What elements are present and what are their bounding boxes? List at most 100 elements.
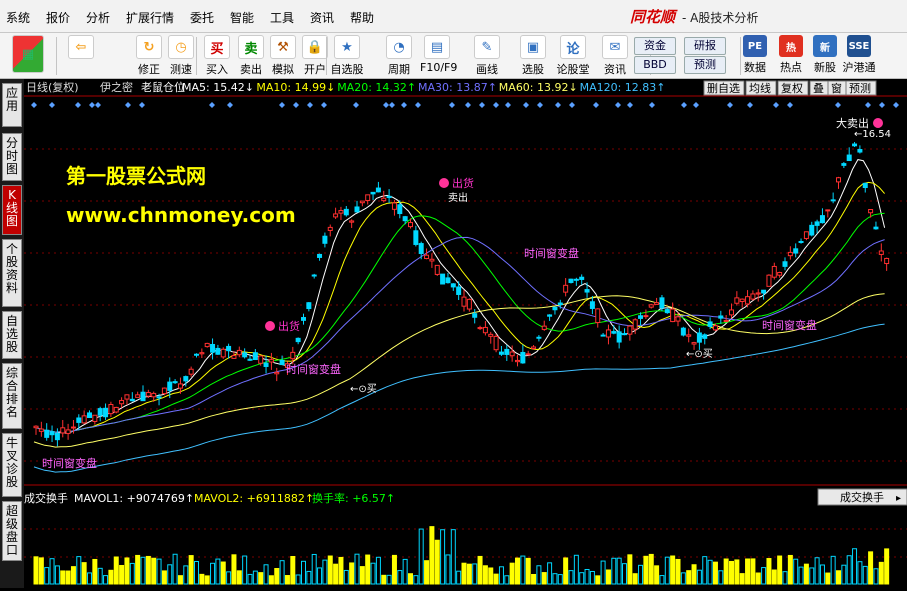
volume-bar xyxy=(343,569,349,585)
toolbar-button-info[interactable]: ✉ 资讯 xyxy=(598,35,632,76)
toolbar-separator xyxy=(196,37,197,75)
toolbar-button-cycle[interactable]: ◔ 周期 xyxy=(382,35,416,76)
time-window-annotation: 时间窗变盘 xyxy=(762,318,817,332)
volume-bar xyxy=(65,570,71,585)
menu-item-6[interactable]: 工具 xyxy=(270,9,294,26)
volume-bar xyxy=(242,555,248,585)
side-tab-2[interactable]: K线图 xyxy=(2,185,22,235)
toolbar-button-select-stock[interactable]: ▣ 选股 xyxy=(516,35,550,76)
chart-header-text: 伊之密 xyxy=(100,80,133,94)
toolbar-button-buy[interactable]: 买买入 xyxy=(200,35,234,76)
volume-bar xyxy=(466,563,472,585)
candle-body xyxy=(301,317,306,321)
toolbar-button-shhk[interactable]: SSE 沪港通 xyxy=(842,35,876,76)
buy-annotation: ←⊙买 xyxy=(686,348,713,360)
toolbar: ▦ ⇦ ↻ 修正 ◷ 测速买买入卖卖出 ⚒ 模拟 🔒 开户 ★ 自选股 ◔ 周期 ▤ F10/F9 ✎ 画线 ▣ 选股… xyxy=(0,33,907,79)
toolbar-button-pencil[interactable]: ✎ 画线 xyxy=(470,35,504,76)
menu-item-7[interactable]: 资讯 xyxy=(310,9,334,26)
candle-body xyxy=(520,351,526,364)
candle-body xyxy=(638,315,644,319)
candle-body xyxy=(814,221,820,226)
side-tab-1[interactable]: 分时图 xyxy=(2,133,22,181)
menu-item-5[interactable]: 智能 xyxy=(230,9,254,26)
candle-body xyxy=(70,426,76,429)
candle-body xyxy=(76,417,82,423)
toolbar-button-sell[interactable]: 卖卖出 xyxy=(234,35,268,76)
menu-item-8[interactable]: 帮助 xyxy=(350,9,374,26)
volume-bar xyxy=(49,558,55,585)
volume-bar xyxy=(798,566,804,585)
side-tab-7[interactable]: 超级盘口 xyxy=(2,501,22,561)
candle-body xyxy=(199,352,205,355)
volume-bar xyxy=(284,575,290,585)
time-window-annotation: 时间窗变盘 xyxy=(524,246,579,260)
volume-bar xyxy=(338,556,344,585)
candle-body xyxy=(167,381,173,391)
volume-bar xyxy=(477,555,483,585)
buy-icon: 买 xyxy=(204,35,230,59)
volume-bar xyxy=(525,557,531,585)
toolbar-button-star[interactable]: ★ 自选股 xyxy=(330,35,364,76)
toolbar-button-grid[interactable]: ▦ xyxy=(8,35,48,76)
toolbar-label: 修正 xyxy=(138,63,160,76)
candle-body xyxy=(33,425,39,429)
refresh-icon: ↻ xyxy=(136,35,162,59)
side-tab-6[interactable]: 牛叉诊股 xyxy=(2,433,22,497)
toolbar-button-back-arrow[interactable]: ⇦ xyxy=(64,35,98,76)
volume-bar xyxy=(97,567,103,585)
toolbar-button-hot[interactable]: 热热点 xyxy=(774,35,808,76)
small-button-3[interactable]: 预测 xyxy=(684,56,726,74)
small-button-1[interactable]: 研报 xyxy=(684,37,726,55)
menu-item-4[interactable]: 委托 xyxy=(190,9,214,26)
toolbar-button-refresh[interactable]: ↻ 修正 xyxy=(132,35,166,76)
chart-header-button-label: 删自选 xyxy=(707,82,740,95)
time-window-annotation: 时间窗变盘 xyxy=(42,456,97,470)
candle-body xyxy=(531,346,537,350)
menu-item-0[interactable]: 系统 xyxy=(6,9,30,26)
candle-body xyxy=(226,345,232,352)
clock-icon: ◷ xyxy=(168,35,194,59)
candle-body xyxy=(354,206,360,213)
volume-bar xyxy=(648,553,654,585)
menu-item-3[interactable]: 扩展行情 xyxy=(126,9,174,26)
kline-chart[interactable]: 日线(复权) 伊之密 老鼠仓位MA5: 15.42↓ MA10: 14.99↓ MA20… xyxy=(24,79,907,588)
volume-bar xyxy=(696,569,702,585)
menu-item-1[interactable]: 报价 xyxy=(46,9,70,26)
candle-body xyxy=(236,349,242,356)
volume-bar xyxy=(161,570,167,585)
side-tabs: 应用分时图 K线图个股资料自选股综合排名牛叉诊股超级盘口 xyxy=(0,79,24,588)
side-tab-0[interactable]: 应用 xyxy=(2,83,22,127)
hammer-icon: ⚒ xyxy=(270,35,296,59)
candle-body xyxy=(568,278,574,283)
volume-bar xyxy=(333,563,339,585)
candle-body xyxy=(654,302,660,305)
candle-body xyxy=(103,407,109,418)
small-button-0[interactable]: 资金 xyxy=(634,37,676,55)
side-tab-3[interactable]: 个股资料 xyxy=(2,239,22,307)
candle-body xyxy=(370,191,376,195)
menu-item-2[interactable]: 分析 xyxy=(86,9,110,26)
side-tab-5[interactable]: 综合排名 xyxy=(2,363,22,429)
toolbar-button-discuss[interactable]: 论论股堂 xyxy=(556,35,590,76)
toolbar-label: F10/F9 xyxy=(420,61,458,74)
candle-body xyxy=(327,226,333,231)
toolbar-button-hammer[interactable]: ⚒ 模拟 xyxy=(266,35,300,76)
toolbar-button-pe[interactable]: PE 数据 xyxy=(738,35,772,76)
candle-body xyxy=(504,348,510,355)
side-tab-4[interactable]: 自选股 xyxy=(2,311,22,359)
info-icon: ✉ xyxy=(602,35,628,59)
volume-bar xyxy=(579,572,585,585)
volume-bar xyxy=(836,570,841,585)
candle-body xyxy=(402,216,408,222)
toolbar-button-f10[interactable]: ▤ F10/F9 xyxy=(420,35,458,76)
volume-bar xyxy=(563,557,569,585)
toolbar-button-newstock[interactable]: 新新股 xyxy=(808,35,842,76)
small-button-2[interactable]: BBD xyxy=(634,56,676,74)
toolbar-button-clock[interactable]: ◷ 测速 xyxy=(164,35,198,76)
candle-body xyxy=(750,293,756,300)
volume-bar xyxy=(279,560,285,585)
volume-dropdown-label: 成交换手 xyxy=(840,490,884,504)
volume-bar xyxy=(87,572,92,585)
volume-bar xyxy=(852,548,858,585)
volume-bar xyxy=(359,566,365,585)
